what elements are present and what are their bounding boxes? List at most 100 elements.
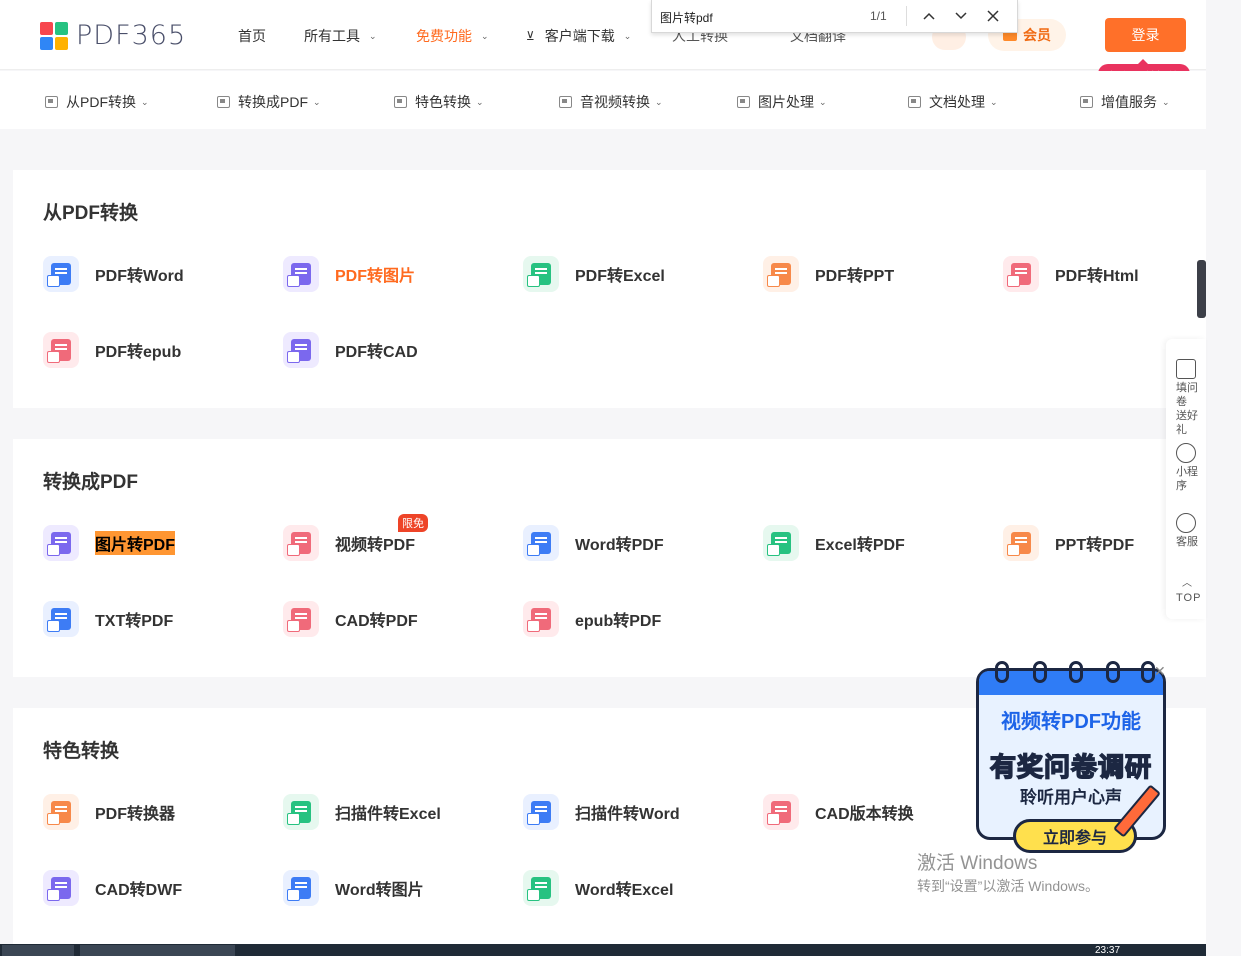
tool-label: PPT转PDF (1055, 537, 1135, 554)
subnav-document[interactable]: 文档处理 ⌄ (908, 92, 998, 112)
file-type-icon (523, 601, 559, 637)
sidebar-survey[interactable]: 填问卷 送好礼 (1176, 359, 1206, 437)
file-type-icon (763, 525, 799, 561)
tool-label: PDF转PPT (815, 268, 895, 285)
sidebar-label: 送好礼 (1176, 410, 1198, 436)
tool-label: epub转PDF (575, 613, 662, 630)
tool-label: PDF转图片 (335, 268, 416, 285)
tool-item[interactable]: TXT转PDF (43, 601, 173, 637)
tool-label: PDF转Word (95, 268, 184, 285)
sidebar-mini-program[interactable]: 小程序 (1176, 443, 1206, 493)
tool-item[interactable]: PPT转PDF (1003, 525, 1134, 561)
nav-all-tools[interactable]: 所有工具 ⌄ (304, 26, 377, 46)
chevron-up-icon (923, 12, 935, 20)
free-badge: 限免 (398, 514, 428, 532)
subnav-label: 图片处理 (758, 94, 814, 110)
find-previous-button[interactable] (920, 7, 938, 25)
document-icon (287, 263, 311, 287)
document-icon (1007, 263, 1031, 287)
image-icon (737, 96, 750, 108)
subnav-value-added[interactable]: 增值服务 ⌄ (1080, 92, 1170, 112)
logo-square (55, 36, 68, 50)
login-button[interactable]: 登录 (1105, 18, 1186, 52)
logo[interactable]: PDF365 (40, 20, 186, 51)
tool-item[interactable]: PDF转换器 (43, 794, 175, 830)
document-icon (287, 801, 311, 825)
find-close-button[interactable] (984, 7, 1002, 25)
chevron-down-icon (955, 12, 967, 20)
document-icon (767, 532, 791, 556)
document-icon (767, 801, 791, 825)
tool-item[interactable]: Word转Excel (523, 870, 673, 906)
subnav-to-pdf[interactable]: 转换成PDF ⌄ (217, 92, 321, 112)
subnav-label: 特色转换 (415, 94, 471, 110)
taskbar-clock: 23:37 (1095, 945, 1121, 956)
taskbar-app[interactable] (2, 945, 74, 956)
nav-client-download[interactable]: ⊻ 客户端下载 ⌄ (526, 26, 631, 46)
file-type-icon (763, 794, 799, 830)
nav-free-features[interactable]: 免费功能 ⌄ (416, 26, 489, 46)
tool-item[interactable]: 扫描件转Excel (283, 794, 441, 830)
floating-sidebar: 填问卷 送好礼 小程序 客服 ︿ TOP (1166, 339, 1206, 619)
tool-item[interactable]: Word转PDF (523, 525, 664, 561)
section-title: 从PDF转换 (43, 203, 139, 224)
tool-item[interactable]: 图片转PDF (43, 525, 176, 561)
sidebar-back-to-top[interactable]: ︿ TOP (1176, 577, 1201, 605)
document-icon (527, 801, 551, 825)
tool-item[interactable]: CAD转PDF (283, 601, 418, 637)
file-type-icon (523, 256, 559, 292)
tool-item[interactable]: CAD转DWF (43, 870, 182, 906)
find-bar: 图片转pdf 1/1 (651, 0, 1018, 33)
subnav-special[interactable]: 特色转换 ⌄ (394, 92, 484, 112)
file-type-icon (283, 601, 319, 637)
scrollbar-thumb[interactable] (1197, 260, 1206, 318)
subnav-image[interactable]: 图片处理 ⌄ (737, 92, 827, 112)
find-input[interactable]: 图片转pdf (660, 9, 713, 26)
logo-square (40, 21, 53, 35)
popup-close-icon[interactable]: ✕ (1154, 663, 1166, 680)
tool-item[interactable]: PDF转图片 (283, 256, 415, 292)
tool-item[interactable]: PDF转Html (1003, 256, 1139, 292)
subnav-label: 音视频转换 (580, 94, 650, 110)
file-type-icon (283, 256, 319, 292)
subnav-from-pdf[interactable]: 从PDF转换 ⌄ (45, 92, 149, 112)
sidebar-customer-service[interactable]: 客服 (1176, 513, 1198, 549)
tool-item[interactable]: Word转图片 (283, 870, 424, 906)
nav-home[interactable]: 首页 (238, 26, 266, 46)
document-icon (47, 608, 71, 632)
tool-label: 图片转PDF (95, 531, 176, 555)
document-icon (287, 608, 311, 632)
find-next-button[interactable] (952, 7, 970, 25)
file-type-icon (43, 332, 79, 368)
tool-label: CAD转DWF (95, 882, 183, 899)
tool-item[interactable]: PDF转Excel (523, 256, 665, 292)
chevron-down-icon: ⌄ (476, 96, 484, 107)
tool-label: 扫描件转Excel (335, 806, 441, 823)
file-type-icon (763, 256, 799, 292)
subnav-audio-video[interactable]: 音视频转换 ⌄ (559, 92, 663, 112)
binder-ring (1106, 661, 1120, 683)
shield-icon (394, 96, 407, 108)
document-icon (527, 532, 551, 556)
tool-item[interactable]: 视频转PDF (283, 525, 415, 561)
tool-item[interactable]: epub转PDF (523, 601, 661, 637)
sidebar-label: 小程序 (1176, 466, 1198, 492)
subnav-label: 转换成PDF (238, 94, 308, 110)
tool-label: CAD转PDF (335, 613, 418, 630)
taskbar-app[interactable] (80, 945, 235, 956)
tool-label: Word转PDF (575, 537, 664, 554)
document-icon (527, 877, 551, 901)
category-nav: 从PDF转换 ⌄ 转换成PDF ⌄ 特色转换 ⌄ 音视频转换 ⌄ 图片处理 ⌄ 文档处理 ⌄… (0, 71, 1206, 129)
tool-item[interactable]: Excel转PDF (763, 525, 905, 561)
chevron-down-icon: ⌄ (623, 30, 632, 41)
tool-item[interactable]: PDF转epub (43, 332, 181, 368)
headset-icon (1176, 513, 1196, 533)
file-type-icon (43, 870, 79, 906)
tool-item[interactable]: PDF转CAD (283, 332, 418, 368)
tool-label: PDF转换器 (95, 806, 176, 823)
tool-item[interactable]: CAD版本转换 (763, 794, 914, 830)
tool-item[interactable]: 扫描件转Word (523, 794, 680, 830)
download-icon: ⊻ (526, 29, 535, 43)
tool-item[interactable]: PDF转Word (43, 256, 184, 292)
tool-item[interactable]: PDF转PPT (763, 256, 894, 292)
